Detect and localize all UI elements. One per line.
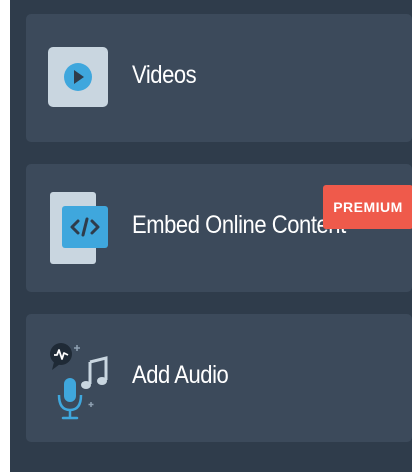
menu-item-embed-label: Embed Online Content <box>132 211 346 239</box>
audio-microphone-icon <box>46 340 110 422</box>
code-embed-icon <box>48 192 110 264</box>
video-icon <box>48 47 108 107</box>
menu-item-videos[interactable]: Videos <box>26 14 412 142</box>
menu-item-add-audio-label: Add Audio <box>132 361 229 389</box>
menu-item-videos-label: Videos <box>132 61 197 89</box>
menu-item-add-audio[interactable]: Add Audio <box>26 314 412 442</box>
menu-item-embed-online-content[interactable]: Embed Online Content PREMIUM <box>26 164 412 292</box>
content-type-panel: Videos Embed Online Content PREMIUM Add … <box>10 0 412 472</box>
premium-badge: PREMIUM <box>323 185 412 229</box>
